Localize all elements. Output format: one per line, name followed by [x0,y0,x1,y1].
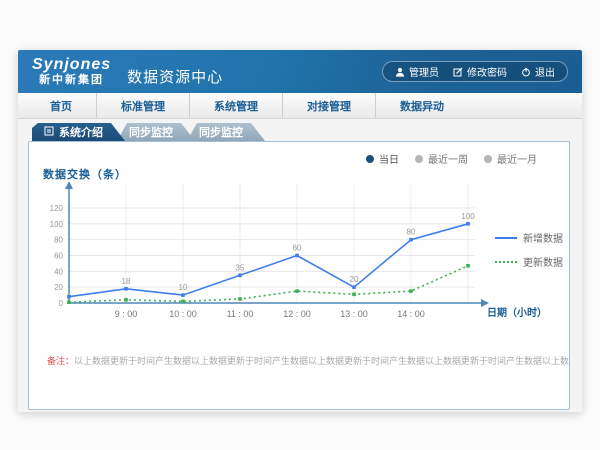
svg-text:12 : 00: 12 : 00 [283,309,311,319]
legend-label-new-data: 新增数据 [523,230,563,245]
time-range-filters: 当日 最近一周 最近一月 [366,151,537,166]
svg-text:60: 60 [293,244,302,253]
svg-text:18: 18 [122,277,131,286]
user-menu: 管理员 修改密码 退出 [382,61,568,82]
form-icon [44,126,54,139]
header: Synjones 新中新集团 数据资源中心 管理员 修改密码 退出 [18,50,582,93]
tab-system-intro[interactable]: 系统介绍 [32,123,125,141]
tab-sync-monitor-2[interactable]: 同步监控 [187,123,265,141]
user-menu-admin-label: 管理员 [409,64,439,79]
logo: Synjones 新中新集团 [32,57,111,86]
nav-item-home[interactable]: 首页 [26,93,96,118]
company-name: 新中新集团 [39,75,104,86]
nav-item-data-change[interactable]: 数据异动 [375,93,468,118]
app-title: 数据资源中心 [127,66,223,87]
radio-dot [366,155,374,163]
tab-sync-monitor-1-label: 同步监控 [129,124,173,140]
svg-text:10 : 00: 10 : 00 [169,309,197,319]
svg-text:20: 20 [350,275,359,284]
user-icon [395,67,405,77]
nav-item-standards[interactable]: 标准管理 [96,93,189,118]
radio-dot [484,155,492,163]
footnote-text: 以上数据更新于时间产生数据以上数据更新于时间产生数据以上数据更新于时间产生数据以… [74,356,569,366]
user-menu-admin[interactable]: 管理员 [395,64,439,79]
nav-item-interface[interactable]: 对接管理 [282,93,375,118]
filter-last-month[interactable]: 最近一月 [484,151,537,166]
filter-last-month-label: 最近一月 [497,151,537,166]
svg-text:60: 60 [54,252,63,261]
app-window: Synjones 新中新集团 数据资源中心 管理员 修改密码 退出 [18,50,582,412]
svg-text:9 : 00: 9 : 00 [115,309,138,319]
svg-text:日期（小时）: 日期（小时） [487,306,547,319]
radio-dot [415,155,423,163]
tab-bar: 系统介绍 同步监控 同步监控 [32,123,582,141]
svg-text:14 : 00: 14 : 00 [397,309,425,319]
tab-sync-monitor-2-label: 同步监控 [199,124,243,140]
user-menu-logout-label: 退出 [535,64,555,79]
svg-text:11 : 00: 11 : 00 [227,309,254,319]
edit-icon [453,67,463,77]
svg-text:100: 100 [461,212,475,221]
tab-sync-monitor-1[interactable]: 同步监控 [117,123,195,141]
svg-text:80: 80 [407,228,416,237]
user-menu-change-password-label: 修改密码 [467,64,507,79]
filter-today-label: 当日 [379,151,399,166]
chart-card: 当日 最近一周 最近一月 数据交换（条） 0 20 40 60 80 100 120 9 : … [28,141,570,410]
chart-legend: 新增数据 更新数据 [495,230,563,278]
svg-text:0: 0 [59,299,64,308]
user-menu-change-password[interactable]: 修改密码 [453,64,507,79]
svg-text:35: 35 [236,263,245,272]
main-nav: 首页 标准管理 系统管理 对接管理 数据异动 [18,93,582,119]
y-axis-title: 数据交换（条） [43,166,127,182]
footnote: 备注：以上数据更新于时间产生数据以上数据更新于时间产生数据以上数据更新于时间产生… [29,354,569,367]
filter-last-week[interactable]: 最近一周 [415,151,468,166]
svg-text:120: 120 [50,204,64,213]
legend-item-new-data: 新增数据 [495,230,563,245]
user-menu-logout[interactable]: 退出 [521,64,555,79]
filter-last-week-label: 最近一周 [428,151,468,166]
svg-text:100: 100 [50,220,64,229]
svg-text:20: 20 [54,283,63,292]
svg-text:10: 10 [179,283,188,292]
svg-text:13 : 00: 13 : 00 [340,309,368,319]
content-area: 系统介绍 同步监控 同步监控 当日 最近一周 [18,119,582,412]
footnote-prefix: 备注： [47,356,74,366]
dotted-line-icon [495,261,517,263]
filter-today[interactable]: 当日 [366,151,399,166]
legend-item-update-data: 更新数据 [495,254,563,269]
power-icon [521,67,531,77]
svg-text:40: 40 [54,267,63,276]
legend-label-update-data: 更新数据 [523,254,563,269]
brand-name: Synjones [32,57,111,73]
solid-line-icon [495,237,517,239]
svg-text:80: 80 [54,236,63,245]
tab-system-intro-label: 系统介绍 [59,124,103,140]
nav-item-system[interactable]: 系统管理 [189,93,282,118]
